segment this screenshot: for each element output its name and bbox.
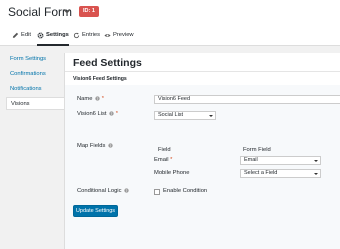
list-label: Vision6 List ? *: [77, 111, 118, 117]
settings-section: [65, 85, 340, 249]
list-select[interactable]: Social List: [154, 111, 216, 120]
eye-icon: [104, 33, 111, 38]
svg-text:?: ?: [109, 144, 111, 148]
sidebar-item-confirmations[interactable]: Confirmations: [6, 68, 64, 81]
chevron-down-icon: [209, 115, 213, 117]
conditional-logic-label: Conditional Logic ?: [77, 188, 129, 194]
tab-preview[interactable]: Preview: [104, 29, 134, 46]
tab-entries[interactable]: Entries: [73, 29, 100, 46]
required-marker: *: [101, 96, 104, 103]
enable-condition-label: Enable Condition: [163, 188, 208, 194]
tab-settings-label: Settings: [46, 32, 69, 38]
map-fields-label: Map Fields ?: [77, 143, 113, 149]
help-icon[interactable]: ?: [108, 143, 113, 148]
email-map-label-text: Email: [154, 157, 169, 163]
form-header: Social Form ID: 1: [0, 0, 340, 24]
help-icon[interactable]: ?: [95, 96, 100, 101]
email-map-label: Email *: [154, 157, 172, 163]
name-label-text: Name: [77, 96, 93, 103]
section-title: Vision6 Feed Settings: [73, 76, 127, 82]
name-label: Name ? *: [77, 96, 104, 102]
required-marker: *: [115, 111, 119, 118]
update-settings-button[interactable]: Update Settings: [73, 205, 118, 217]
enable-condition-checkbox[interactable]: [154, 189, 160, 195]
tab-preview-label: Preview: [113, 32, 134, 38]
form-toolbar: Edit Settings Entries Preview: [0, 24, 340, 46]
svg-text:?: ?: [126, 189, 128, 193]
gear-icon: [37, 32, 44, 39]
field-column-header: Field: [158, 147, 171, 153]
sidebar-item-form-settings[interactable]: Form Settings: [6, 53, 64, 66]
name-input[interactable]: Vision6 Feed: [154, 95, 340, 104]
list-label-text: Vision6 List: [77, 111, 107, 118]
settings-sidebar: Form Settings Confirmations Notification…: [6, 53, 65, 243]
email-field-select-value: Email: [244, 157, 258, 163]
svg-text:?: ?: [111, 112, 113, 116]
sidebar-item-notifications[interactable]: Notifications: [6, 83, 64, 96]
form-field-column-header: Form Field: [243, 147, 271, 153]
required-marker: *: [170, 157, 173, 163]
tab-settings[interactable]: Settings: [37, 29, 69, 46]
conditional-logic-label-text: Conditional Logic: [77, 188, 122, 195]
tab-edit-label: Edit: [21, 32, 31, 38]
chevron-down-icon: [314, 173, 318, 175]
tab-edit[interactable]: Edit: [12, 29, 31, 46]
list-select-value: Social List: [158, 112, 184, 118]
tab-entries-label: Entries: [82, 32, 101, 38]
mobile-field-select[interactable]: Select a Field: [240, 169, 321, 178]
refresh-icon: [73, 32, 80, 39]
form-id-badge: ID: 1: [79, 6, 99, 17]
mobile-field-select-value: Select a Field: [244, 170, 278, 176]
email-field-select[interactable]: Email: [240, 156, 321, 165]
page-title: Feed Settings: [73, 57, 142, 69]
title-divider: [65, 71, 340, 72]
help-icon[interactable]: ?: [124, 188, 129, 193]
feed-settings-panel: Feed Settings Vision6 Feed Settings Name…: [64, 53, 340, 249]
sidebar-item-visions[interactable]: Visions: [6, 97, 65, 110]
svg-text:?: ?: [97, 97, 99, 101]
chevron-down-icon: [314, 160, 318, 162]
chevron-down-icon[interactable]: [62, 6, 72, 16]
map-fields-label-text: Map Fields: [77, 143, 106, 150]
mobile-map-label: Mobile Phone: [154, 170, 190, 176]
pencil-icon: [12, 32, 19, 38]
help-icon[interactable]: ?: [109, 111, 114, 116]
